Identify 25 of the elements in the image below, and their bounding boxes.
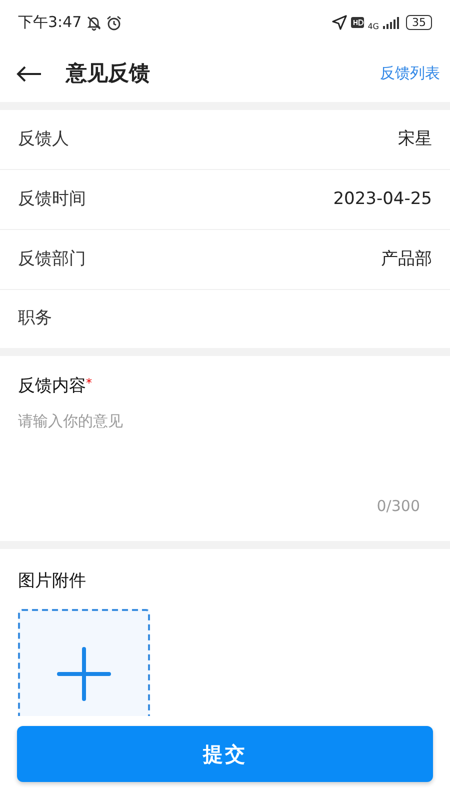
- plus-icon: [57, 646, 111, 700]
- required-mark: *: [86, 376, 92, 390]
- status-time: 下午3:47: [18, 12, 82, 34]
- field-label: 反馈人: [18, 128, 69, 151]
- field-label: 职务: [18, 307, 52, 330]
- field-value: 产品部: [381, 248, 432, 271]
- field-value: 2023-04-25: [333, 188, 432, 211]
- bell-off-icon: [86, 14, 102, 30]
- field-label: 反馈部门: [18, 248, 86, 271]
- page-title: 意见反馈: [66, 60, 150, 87]
- field-label: 反馈时间: [18, 188, 86, 211]
- image-upload-button[interactable]: [18, 608, 150, 716]
- hd-icon: [350, 17, 364, 28]
- field-value: 宋星: [398, 128, 432, 151]
- location-icon: [332, 15, 347, 30]
- network-label: 4G: [368, 22, 379, 30]
- submit-button[interactable]: 提交: [17, 726, 433, 782]
- section-label: 反馈内容*: [18, 375, 93, 398]
- signal-icon: [383, 16, 399, 28]
- feedback-list-link[interactable]: 反馈列表: [380, 62, 440, 85]
- character-counter: 0/300: [376, 496, 420, 514]
- battery-indicator: 35: [406, 15, 432, 30]
- back-arrow-icon[interactable]: [16, 66, 42, 82]
- section-label: 图片附件: [18, 570, 87, 593]
- alarm-icon: [106, 14, 122, 30]
